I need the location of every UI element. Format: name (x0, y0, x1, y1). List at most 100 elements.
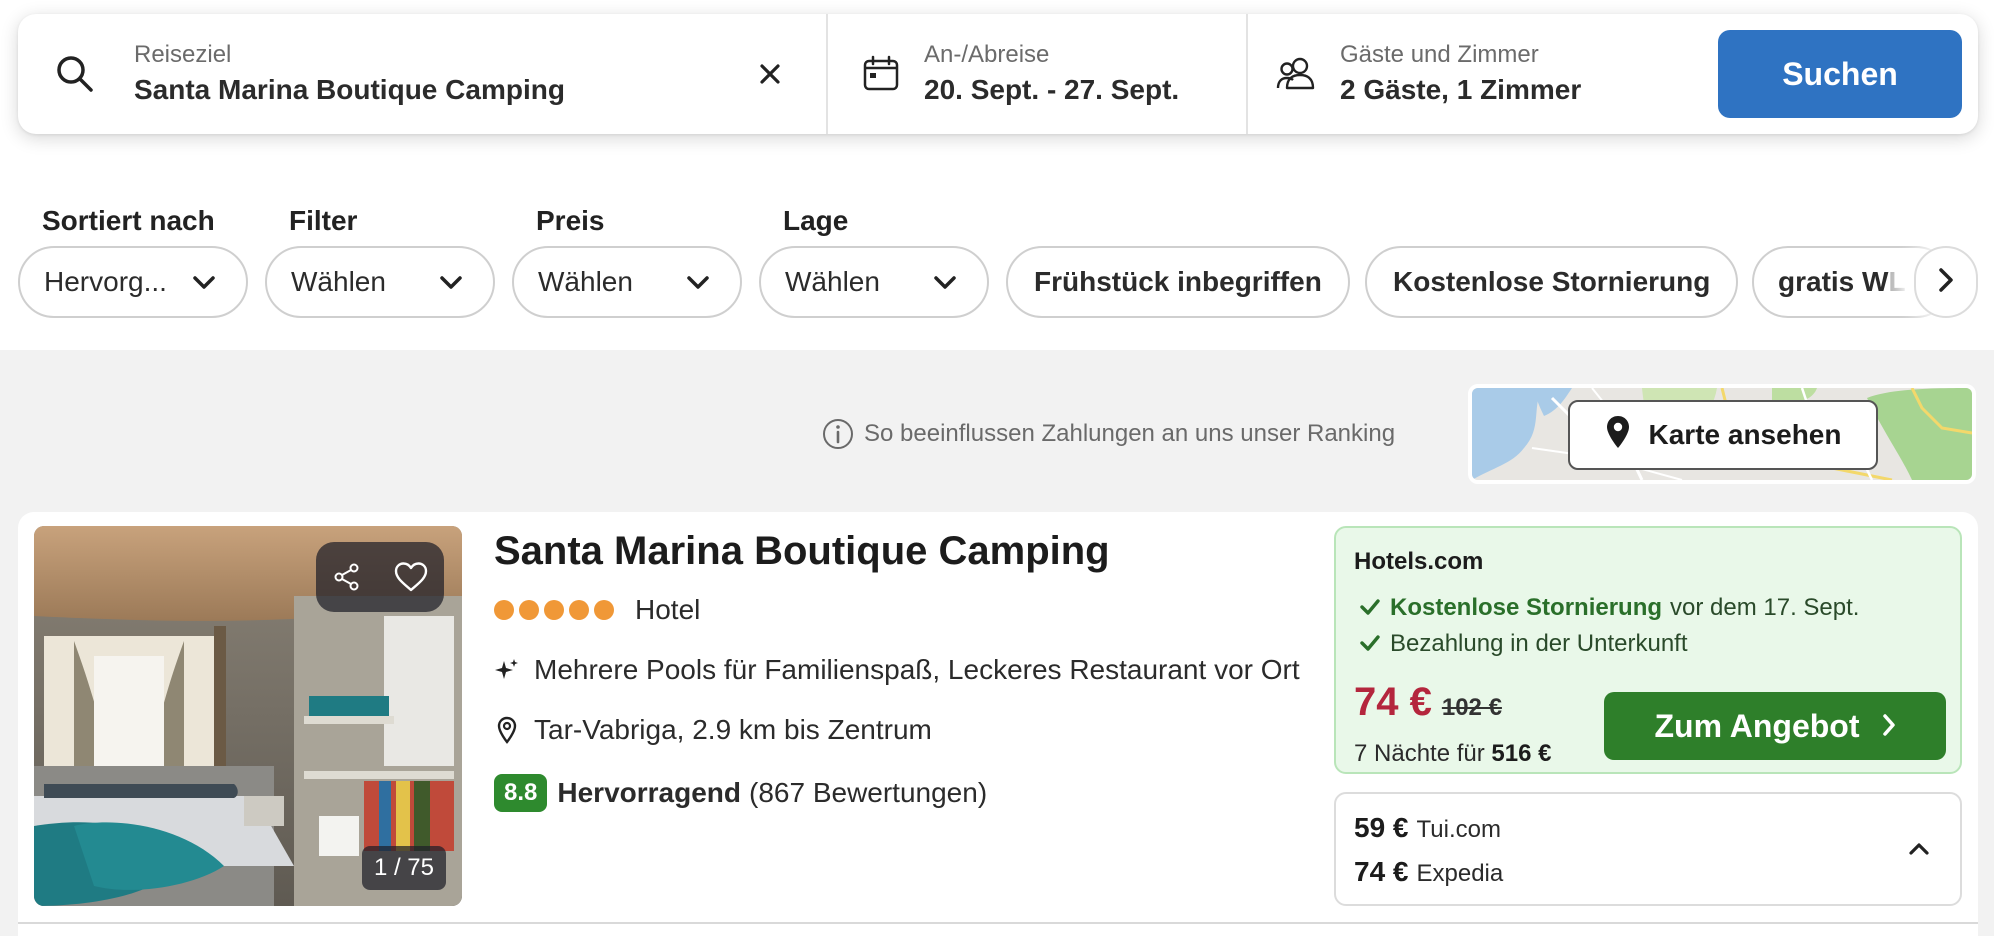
chip-wifi-label: gratis W (1778, 266, 1889, 297)
perk-cancellation-rest: vor dem 17. Sept. (1670, 594, 1860, 621)
alt-offer-provider: Tui.com (1416, 816, 1501, 843)
photo-actions (316, 542, 444, 612)
sort-label: Sortiert nach (42, 205, 215, 236)
hotel-highlights-row: Mehrere Pools für Familienspaß, Leckeres… (494, 654, 1314, 686)
price-select[interactable]: Wählen (512, 246, 742, 318)
chip-free-cancellation[interactable]: Kostenlose Stornierung (1365, 246, 1739, 318)
star-dot (494, 600, 514, 620)
chevron-down-icon (933, 266, 957, 298)
location-label: Lage (783, 205, 849, 236)
featured-offer[interactable]: Hotels.com Kostenlose Stornierung vor de… (1334, 526, 1962, 774)
guests-value[interactable]: 2 Gäste, 1 Zimmer (1340, 72, 1581, 108)
perk-cancellation-bold: Kostenlose Stornierung (1390, 594, 1663, 621)
filter-label: Filter (289, 205, 358, 236)
rating-count: (867 Bewertungen) (749, 777, 988, 808)
offer-perk-cancellation: Kostenlose Stornierung vor dem 17. Sept. (1360, 594, 1859, 622)
heart-icon[interactable] (393, 561, 429, 593)
search-button[interactable]: Suchen (1718, 30, 1962, 118)
chevron-right-icon (1938, 267, 1954, 298)
star-rating (494, 600, 619, 620)
dates-value[interactable]: 20. Sept. - 27. Sept. (924, 72, 1179, 108)
nights-total-price: 516 € (1491, 740, 1552, 767)
destination-field[interactable]: Reiseziel Santa Marina Boutique Camping (18, 14, 826, 134)
offer-provider: Hotels.com (1354, 548, 1484, 575)
filter-value: Wählen (291, 266, 386, 297)
offer-price: 74 € 102 € (1354, 680, 1502, 725)
sort-value: Hervorg... (44, 266, 167, 297)
rating-score-badge: 8.8 (494, 774, 548, 812)
hotel-type: Hotel (635, 594, 701, 625)
view-deal-button[interactable]: Zum Angebot (1604, 692, 1946, 760)
clear-icon[interactable] (754, 58, 786, 90)
location-select[interactable]: Wählen (759, 246, 989, 318)
star-dot (519, 600, 539, 620)
location-pin-icon (494, 715, 520, 745)
guests-icon (1274, 51, 1320, 97)
price-label: Preis (536, 205, 605, 236)
hotel-card[interactable]: 1 / 75 Santa Marina Boutique Camping Hot… (18, 512, 1978, 936)
destination-label: Reiseziel (134, 41, 232, 68)
check-icon (1360, 633, 1382, 655)
photo-counter: 1 / 75 (361, 846, 446, 890)
nights-total: 7 Nächte für 516 € (1354, 740, 1551, 768)
filter-group: Filter Wählen (265, 196, 495, 318)
ranking-note-text: So beeinflussen Zahlungen an uns unser R… (864, 420, 1396, 447)
search-bar: Reiseziel Santa Marina Boutique Camping … (18, 14, 1978, 134)
search-icon (52, 51, 98, 97)
perk-payment-text: Bezahlung in der Unterkunft (1390, 630, 1688, 657)
filter-bar: Sortiert nach Hervorg... Filter Wählen P… (18, 196, 1978, 320)
hotel-location-row: Tar-Vabriga, 2.9 km bis Zentrum (494, 714, 1314, 746)
ranking-note[interactable]: So beeinflussen Zahlungen an uns unser R… (822, 418, 1395, 450)
dates-field[interactable]: An-/Abreise 20. Sept. - 27. Sept. (826, 14, 1246, 134)
chevron-up-icon[interactable] (1904, 834, 1934, 864)
view-map-label: Karte ansehen (1648, 419, 1842, 450)
alternative-offers[interactable]: 59 € Tui.com 74 € Expedia (1334, 792, 1962, 906)
chip-wifi-label-faded: L (1888, 266, 1906, 297)
price-value: Wählen (538, 266, 633, 297)
hotel-info: Santa Marina Boutique Camping Hotel Mehr… (494, 526, 1314, 812)
hotel-location: Tar-Vabriga, 2.9 km bis Zentrum (534, 714, 932, 745)
view-map-button[interactable]: Karte ansehen (1568, 400, 1878, 470)
chevron-down-icon (686, 266, 710, 298)
star-dot (544, 600, 564, 620)
offer-perk-payment: Bezahlung in der Unterkunft (1360, 630, 1688, 658)
hotel-photo[interactable]: 1 / 75 (34, 526, 462, 906)
nights-prefix: 7 Nächte für (1354, 740, 1485, 767)
info-icon (822, 418, 854, 450)
price-group: Preis Wählen (512, 196, 742, 318)
guests-label: Gäste und Zimmer (1340, 41, 1539, 68)
alt-offer-row[interactable]: 59 € Tui.com (1354, 812, 1501, 844)
map-preview[interactable]: Karte ansehen (1468, 384, 1976, 484)
share-icon[interactable] (332, 562, 362, 592)
rating-word: Hervorragend (557, 777, 741, 808)
price-current: 74 € (1354, 680, 1432, 724)
chevron-down-icon (192, 266, 216, 298)
filters-next-button[interactable] (1914, 246, 1978, 318)
check-icon (1360, 597, 1382, 619)
chevron-right-icon (1860, 708, 1896, 745)
alt-offer-price: 59 € (1354, 812, 1409, 843)
alt-offer-row[interactable]: 74 € Expedia (1354, 856, 1503, 888)
alt-offer-price: 74 € (1354, 856, 1409, 887)
hotel-title[interactable]: Santa Marina Boutique Camping (494, 526, 1314, 576)
sort-select[interactable]: Hervorg... (18, 246, 248, 318)
location-group: Lage Wählen (759, 196, 989, 318)
sort-group: Sortiert nach Hervorg... (18, 196, 248, 318)
guests-field[interactable]: Gäste und Zimmer 2 Gäste, 1 Zimmer (1246, 14, 1706, 134)
view-deal-label: Zum Angebot (1654, 707, 1860, 744)
hotel-stars-row: Hotel (494, 594, 1314, 626)
destination-value[interactable]: Santa Marina Boutique Camping (134, 72, 565, 108)
dates-label: An-/Abreise (924, 41, 1050, 68)
filter-select[interactable]: Wählen (265, 246, 495, 318)
star-dot (569, 600, 589, 620)
sparkle-icon (494, 655, 520, 685)
location-value: Wählen (785, 266, 880, 297)
hotel-rating-row[interactable]: 8.8 Hervorragend (867 Bewertungen) (494, 774, 1314, 812)
chip-breakfast[interactable]: Frühstück inbegriffen (1006, 246, 1350, 318)
price-original: 102 € (1441, 694, 1502, 721)
card-divider (18, 922, 1978, 924)
hotel-highlights: Mehrere Pools für Familienspaß, Leckeres… (534, 654, 1300, 685)
star-dot (594, 600, 614, 620)
location-pin-icon (1605, 414, 1649, 457)
chevron-down-icon (439, 266, 463, 298)
